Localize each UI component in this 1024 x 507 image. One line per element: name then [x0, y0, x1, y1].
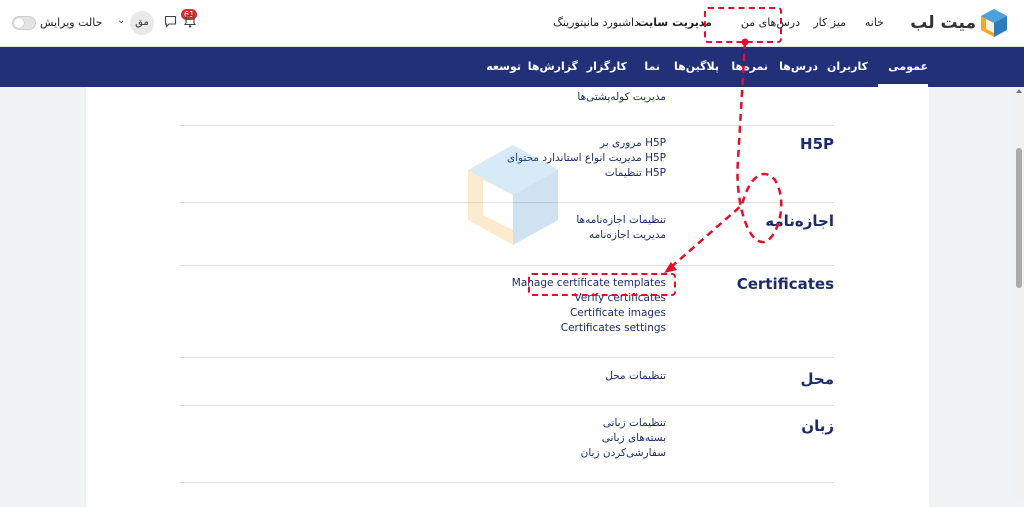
scrollbar-thumb[interactable] [1016, 148, 1022, 288]
annotation-arrow [664, 38, 783, 273]
scroll-up-arrow-icon[interactable] [1016, 89, 1022, 93]
